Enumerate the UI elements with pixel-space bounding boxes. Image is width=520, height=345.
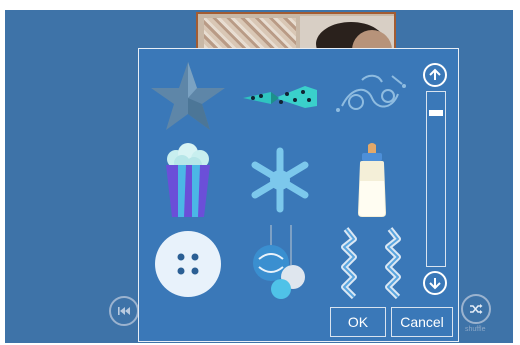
shuffle-button[interactable] <box>461 294 491 324</box>
sticker-ribbon-bow[interactable] <box>235 57 325 135</box>
sticker-christmas-baubles[interactable] <box>235 225 325 303</box>
sticker-swirl-ornament[interactable] <box>327 57 417 135</box>
arrow-up-icon <box>429 68 441 80</box>
cancel-button[interactable]: Cancel <box>391 307 453 337</box>
ok-button[interactable]: OK <box>330 307 386 337</box>
shuffle-icon <box>470 304 483 314</box>
sticker-star[interactable] <box>143 57 233 135</box>
shuffle-label: shuffle <box>465 326 486 333</box>
sticker-streamers[interactable] <box>327 225 417 303</box>
skip-previous-button[interactable] <box>109 296 139 326</box>
photo-preview <box>196 12 396 52</box>
scrollbar-thumb[interactable] <box>429 110 443 116</box>
sticker-picker-dialog: OK Cancel <box>138 48 459 342</box>
sticker-button[interactable] <box>143 225 233 303</box>
skip-previous-icon <box>118 307 130 315</box>
scroll-up-button[interactable] <box>423 63 447 87</box>
sticker-baby-bottle[interactable] <box>327 141 417 219</box>
arrow-down-icon <box>429 278 441 290</box>
sticker-snowflake[interactable] <box>235 141 325 219</box>
scroll-down-button[interactable] <box>423 271 447 295</box>
scrollbar-track[interactable] <box>426 91 446 267</box>
sticker-popcorn-box[interactable] <box>143 141 233 219</box>
